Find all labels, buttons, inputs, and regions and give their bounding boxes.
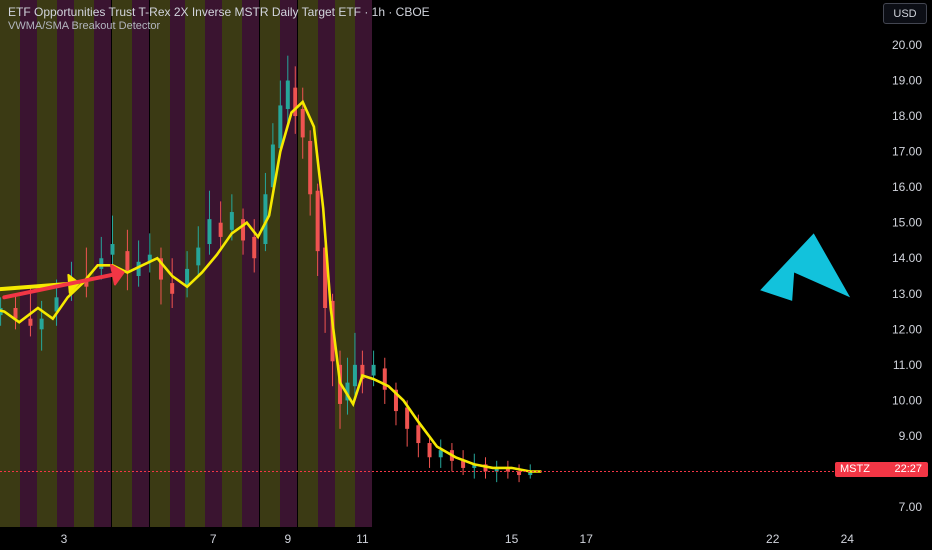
candle-body (125, 251, 130, 273)
time-tick-label: 11 (356, 532, 369, 546)
candle-body (308, 140, 313, 195)
band-yellow (222, 0, 242, 527)
session-bands (0, 0, 372, 527)
price-tick-label: 16.00 (892, 180, 922, 194)
band-purple (205, 0, 222, 527)
price-tick-label: 11.00 (893, 358, 922, 372)
candle-body (416, 425, 421, 444)
price-tick-label: 14.00 (892, 251, 922, 265)
currency-button[interactable]: USD (883, 3, 927, 24)
bar-countdown: 22:27 (894, 463, 922, 475)
band-purple (20, 0, 37, 527)
price-tick-label: 18.00 (892, 109, 922, 123)
candle-body (517, 471, 522, 476)
band-yellow (0, 0, 20, 527)
candle-body (252, 236, 257, 259)
time-tick-label: 15 (505, 532, 519, 546)
time-tick-label: 24 (841, 532, 855, 546)
band-purple (355, 0, 372, 527)
price-tick-label: 15.00 (892, 216, 922, 230)
candle-body (382, 368, 387, 390)
band-purple (280, 0, 297, 527)
band-yellow (185, 0, 205, 527)
candle-body (99, 258, 104, 269)
time-tick-label: 22 (766, 532, 780, 546)
candle-body (300, 108, 305, 138)
band-yellow (74, 0, 94, 527)
candle-body (438, 450, 443, 458)
price-tick-label: 13.00 (892, 287, 922, 301)
candle-body (39, 318, 44, 330)
time-tick-label: 3 (61, 532, 68, 546)
candle-body (229, 212, 234, 230)
candle-body (28, 318, 33, 326)
time-tick-label: 17 (580, 532, 594, 546)
indicator-label[interactable]: VWMA/SMA Breakout Detector (8, 20, 160, 32)
time-tick-label: 7 (210, 532, 217, 546)
band-yellow (335, 0, 355, 527)
time-tick-label: 9 (284, 532, 291, 546)
price-tick-label: 9.00 (899, 429, 923, 443)
price-tick-label: 10.00 (892, 393, 922, 407)
last-price-tag: MSTZ 22:27 (835, 462, 928, 477)
price-tick-label: 12.00 (892, 322, 922, 336)
price-tick-label: 17.00 (892, 145, 922, 159)
candle-body (315, 190, 320, 252)
candle-body (285, 80, 290, 109)
candle-body (207, 219, 212, 245)
chart-title: ETF Opportunities Trust T-Rex 2X Inverse… (8, 5, 430, 19)
band-yellow (298, 0, 318, 527)
candle-body (278, 105, 283, 149)
candle-body (352, 364, 357, 387)
price-tick-label: 19.00 (892, 74, 922, 88)
candle-body (110, 244, 115, 255)
candle-body (196, 247, 201, 266)
band-yellow (37, 0, 57, 527)
candle-body (405, 407, 410, 429)
candle-body (371, 364, 376, 376)
band-purple (242, 0, 259, 527)
price-chart[interactable]: 20.00 19.00 18.00 17.00 16.00 15.00 14.00 13.00… (0, 0, 932, 550)
candle-body (218, 222, 223, 237)
candle-body (241, 219, 246, 241)
symbol-label: MSTZ (840, 463, 870, 475)
candle-body (427, 443, 432, 458)
band-yellow (260, 0, 280, 527)
price-tick-label: 20.00 (892, 38, 922, 52)
candle-body (170, 283, 175, 294)
price-tick-label: 7.00 (899, 500, 923, 514)
